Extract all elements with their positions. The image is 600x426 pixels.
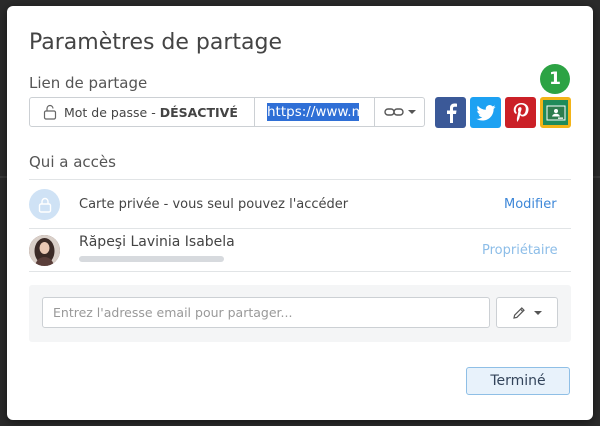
pencil-icon <box>513 306 525 319</box>
google-classroom-icon <box>546 105 565 120</box>
email-input[interactable] <box>42 297 490 328</box>
twitter-share-button[interactable] <box>470 97 501 128</box>
owner-name: Răpeşi Lavinia Isabela <box>79 234 235 250</box>
owner-role: Propriétaire <box>482 243 558 258</box>
share-settings-dialog: Paramètres de partage Lien de partage Mo… <box>7 6 593 420</box>
pinterest-share-button[interactable] <box>505 97 536 128</box>
link-icon <box>383 108 404 116</box>
share-link-group: Mot de passe - DÉSACTIVÉ https://www.m <box>29 97 425 127</box>
step-number-badge: 1 <box>540 64 570 94</box>
invite-panel <box>29 285 571 342</box>
dialog-title: Paramètres de partage <box>29 30 283 55</box>
link-options-dropdown[interactable] <box>375 98 424 126</box>
password-toggle[interactable]: Mot de passe - DÉSACTIVÉ <box>30 98 255 126</box>
permission-dropdown[interactable] <box>496 297 558 328</box>
share-url-value: https://www.m <box>267 103 359 121</box>
google-classroom-share-button[interactable] <box>540 97 571 128</box>
twitter-icon <box>475 104 496 121</box>
share-url-field[interactable]: https://www.m <box>255 98 375 126</box>
owner-email-redacted <box>79 256 224 262</box>
password-prefix: Mot de passe - <box>64 104 156 120</box>
unlock-icon <box>43 104 57 120</box>
divider <box>29 179 571 180</box>
pinterest-icon <box>513 102 529 122</box>
done-button[interactable]: Terminé <box>466 367 570 395</box>
private-lock-badge <box>29 189 60 220</box>
user-photo-icon <box>29 235 60 266</box>
modify-privacy-link[interactable]: Modifier <box>504 197 557 212</box>
avatar <box>29 235 60 266</box>
lock-icon <box>38 197 51 213</box>
access-section-label: Qui a accès <box>29 153 116 171</box>
facebook-icon <box>446 103 457 123</box>
private-map-text: Carte privée - vous seul pouvez l'accéde… <box>79 197 349 212</box>
divider <box>29 228 571 229</box>
caret-down-icon <box>407 110 416 114</box>
facebook-share-button[interactable] <box>435 97 466 128</box>
caret-down-icon <box>534 310 542 315</box>
share-link-label: Lien de partage <box>29 74 148 92</box>
password-state: DÉSACTIVÉ <box>159 104 238 120</box>
divider <box>29 271 571 272</box>
